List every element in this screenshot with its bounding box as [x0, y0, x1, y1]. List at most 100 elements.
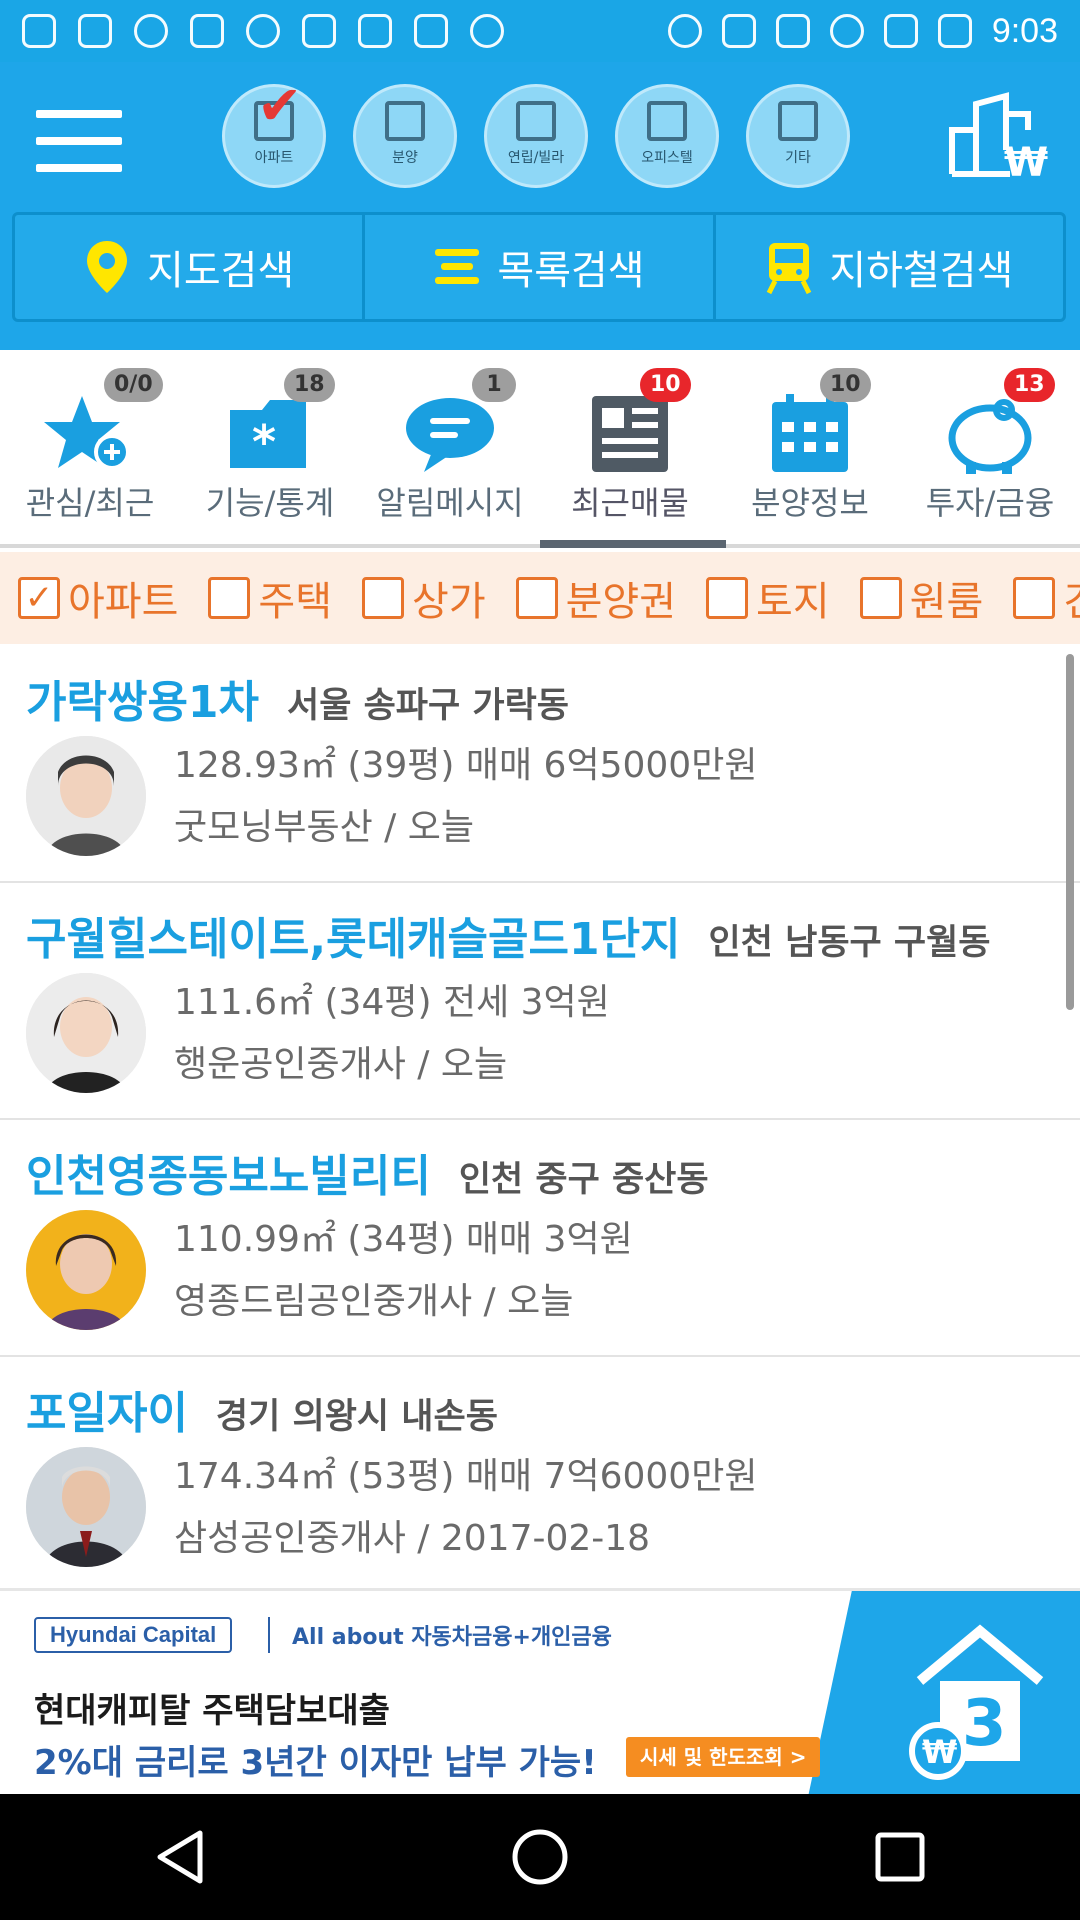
checkbox-icon[interactable]: [1013, 577, 1056, 619]
checkbox-icon[interactable]: [515, 577, 558, 619]
svg-text:*: *: [252, 415, 276, 469]
listing-detail: 111.6㎡ (34평) 전세 3억원: [174, 982, 610, 1023]
system-icons: 9:03: [667, 11, 1058, 51]
filter-label: 상가: [412, 579, 486, 625]
tab-list-search[interactable]: 목록검색: [365, 215, 716, 319]
filter-label: 아파트: [68, 579, 179, 625]
filter-house[interactable]: 주택: [208, 569, 332, 627]
list-item[interactable]: 가락쌍용1차 서울 송파구 가락동 128.93㎡ (39평) 매매 6억500…: [0, 646, 1080, 1010]
feature-presale-info[interactable]: 10 분양정보: [720, 350, 900, 548]
piggy-bank-icon: [948, 399, 1032, 474]
house-icon: [516, 101, 556, 141]
feature-recent-listings[interactable]: 10 최근매물: [540, 350, 720, 548]
system-navigation-bar: [0, 1794, 1080, 1920]
type-other[interactable]: 기타: [746, 84, 850, 188]
avatar: [26, 973, 146, 1093]
list-item[interactable]: 포일자이 경기 의왕시 내손동 174.34㎡ (53평) 매매 7억6000만…: [0, 1357, 1080, 1588]
count-badge: 10: [640, 368, 691, 402]
messages-icon: [22, 14, 56, 48]
home-icon: [512, 1829, 568, 1885]
search-mode-tabs: 지도검색 목록검색 지하철검색: [12, 212, 1066, 322]
type-villa[interactable]: 연립/빌라: [484, 84, 588, 188]
filter-building[interactable]: 건: [1013, 569, 1080, 627]
house-icon: 3 ₩: [909, 1624, 1044, 1780]
tab-subway-search[interactable]: 지하철검색: [716, 215, 1063, 319]
ad-subheadline: 2%대 금리로 3년간 이자만 납부 가능!: [34, 1743, 597, 1783]
feature-notifications[interactable]: 1 알림메시지: [360, 350, 540, 548]
type-officetel[interactable]: 오피스텔: [615, 84, 719, 188]
avatar: [26, 1210, 146, 1330]
count-badge: 13: [1004, 368, 1055, 402]
checkbox-icon[interactable]: [362, 577, 405, 619]
status-bar: 9:03: [0, 0, 1080, 62]
folder-gear-icon: *: [230, 400, 306, 469]
feature-label: 최근매물: [571, 484, 689, 522]
satellite-icon: [721, 14, 756, 48]
filter-presale-right[interactable]: 분양권: [515, 569, 677, 627]
smiley-icon: [470, 14, 504, 48]
back-button[interactable]: [140, 1817, 220, 1897]
home-button[interactable]: [500, 1817, 580, 1897]
wrench-icon: [190, 14, 224, 48]
type-presale[interactable]: 분양: [353, 84, 457, 188]
star-plus-icon: [44, 396, 130, 470]
listing-detail: 110.99㎡ (34평) 매매 3억원: [174, 1219, 633, 1260]
svg-text:₩: ₩: [922, 1733, 957, 1771]
alarm-icon: [829, 14, 864, 48]
ad-banner[interactable]: Hyundai Capital All about 자동차금융+개인금융 현대캐…: [0, 1588, 1080, 1794]
count-badge: 10: [820, 368, 871, 402]
office-building-icon: [647, 101, 687, 141]
recents-icon: [875, 1832, 925, 1882]
feature-favorites[interactable]: 0/0 관심/최근: [0, 350, 180, 548]
filter-commercial[interactable]: 상가: [362, 569, 486, 627]
property-type-selector: ✔ 아파트 분양 연립/빌라 오피스텔 기타: [222, 79, 850, 188]
newspaper-icon: [592, 396, 668, 472]
feature-investment-finance[interactable]: 13 투자/금융: [900, 350, 1080, 548]
list-item[interactable]: 인천영종동보노빌리티 인천 중구 중산동 110.99㎡ (34평) 매매 3억…: [0, 1120, 1080, 1357]
clock: 9:03: [991, 11, 1058, 50]
filter-label: 주택: [258, 579, 333, 625]
checkbox-checked-icon[interactable]: ✓: [18, 577, 60, 619]
menu-button[interactable]: [36, 110, 122, 180]
listing-title: 구월힐스테이트,롯데캐슬골드1단지: [26, 914, 681, 965]
divider: [268, 1617, 270, 1653]
listing-location: 경기 의왕시 내손동: [215, 1397, 498, 1437]
checkbox-icon[interactable]: [706, 577, 749, 619]
type-label: 연립/빌라: [507, 150, 565, 166]
ad-cta-button[interactable]: 시세 및 한도조회 >: [626, 1737, 821, 1777]
checkbox-icon[interactable]: [859, 577, 902, 619]
recents-button[interactable]: [860, 1817, 940, 1897]
filter-land[interactable]: 토지: [706, 569, 830, 627]
grid-icon: [778, 101, 818, 141]
listing-title: 포일자이: [26, 1388, 188, 1439]
type-apartment[interactable]: ✔ 아파트: [222, 79, 326, 188]
type-label: 아파트: [254, 150, 294, 166]
type-label: 오피스텔: [641, 150, 693, 166]
filter-label: 분양권: [565, 579, 677, 625]
filter-one-room[interactable]: 원룸: [859, 569, 983, 627]
checkbox-icon[interactable]: [208, 577, 251, 619]
listing-detail: 174.34㎡ (53평) 매매 7억6000만원: [174, 1456, 758, 1497]
count-badge: 18: [284, 368, 335, 402]
filter-apartment[interactable]: ✓ 아파트: [18, 569, 178, 627]
listing-title: 가락쌍용1차: [26, 677, 260, 728]
feature-tools-stats[interactable]: * 18 기능/통계: [180, 350, 360, 548]
tab-map-search[interactable]: 지도검색: [15, 215, 366, 319]
ad-brand-logo: Hyundai Capital: [34, 1617, 233, 1653]
stopwatch-icon: [134, 14, 168, 48]
filter-label: 건: [1063, 569, 1080, 627]
list-item[interactable]: 구월힐스테이트,롯데캐슬골드1단지 인천 남동구 구월동 111.6㎡ (34평…: [0, 883, 1080, 1120]
feature-menu: 0/0 관심/최근 * 18 기능/통계 1 알림메시지 10 최근매물 10 …: [0, 350, 1080, 548]
listing-agent: 영종드림공인중개사 / 오늘: [174, 1281, 574, 1322]
listing-list: 가락쌍용1차 서울 송파구 가락동 128.93㎡ (39평) 매매 6억500…: [0, 646, 1080, 1588]
ad-number: 3: [962, 1687, 1007, 1761]
train-icon: [767, 243, 812, 295]
count-badge: 0/0: [104, 368, 163, 402]
avatar: [26, 736, 146, 856]
feature-label: 관심/최근: [25, 484, 155, 522]
crane-icon: [385, 101, 425, 141]
count-badge: 1: [472, 368, 516, 402]
building-won-icon[interactable]: ₩: [946, 90, 1054, 180]
feature-label: 기능/통계: [205, 484, 335, 522]
listing-location: 인천 남동구 구월동: [708, 923, 991, 963]
